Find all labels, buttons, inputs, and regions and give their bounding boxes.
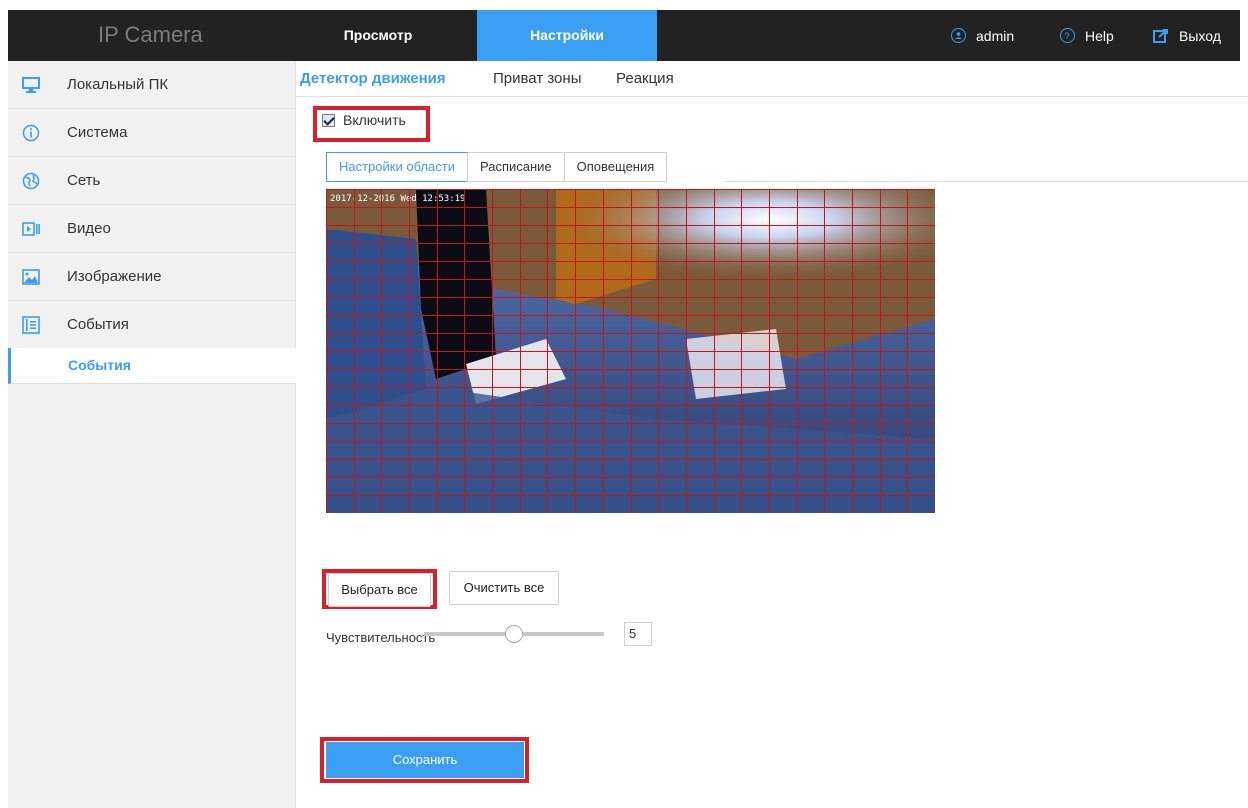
user-icon (951, 28, 966, 43)
info-icon (22, 124, 40, 141)
user-name: admin (976, 27, 1015, 44)
sidebar-item-label: Локальный ПК (67, 76, 169, 93)
sensitivity-value-input[interactable]: 5 (624, 622, 652, 646)
select-all-button[interactable]: Выбрать все (328, 573, 431, 607)
sidebar-item-label: Видео (67, 220, 111, 237)
sidebar-item-label: Изображение (67, 268, 162, 285)
help-label: Help (1085, 27, 1114, 44)
sidebar-item-label: События (67, 316, 129, 333)
top-bar: IP Camera Просмотр Настройки admin ? Hel… (8, 10, 1240, 61)
enable-checkbox[interactable] (322, 113, 335, 127)
sub-tabs: Детектор движения Приват зоны Реакция (296, 61, 1248, 97)
user-menu[interactable]: admin (951, 10, 1014, 61)
sidebar-item-image[interactable]: Изображение (8, 253, 296, 301)
globe-icon (22, 172, 40, 189)
help-link[interactable]: ? Help (1060, 10, 1114, 61)
sidebar-item-network[interactable]: Сеть (8, 157, 296, 205)
sidebar-item-label: Сеть (67, 172, 101, 189)
crumb-area-settings[interactable]: Настройки области (326, 152, 468, 182)
sidebar-item-local-pc[interactable]: Локальный ПК (8, 61, 296, 109)
camera-view[interactable]: 2017-12-2016 Wed 12:53:19 (326, 189, 935, 513)
camera-image: 2017-12-2016 Wed 12:53:19 (326, 189, 935, 513)
logout-link[interactable]: Выход (1153, 10, 1221, 61)
sidebar-subitem-events[interactable]: События (8, 348, 296, 384)
sidebar: Локальный ПК Система Сеть Видео Изображе… (8, 61, 296, 808)
enable-label: Включить (343, 112, 406, 128)
sidebar-item-video[interactable]: Видео (8, 205, 296, 253)
app-logo: IP Camera (98, 22, 203, 47)
tab-reaction[interactable]: Реакция (616, 70, 674, 87)
sensitivity-slider-handle[interactable] (505, 625, 523, 643)
video-icon (22, 221, 40, 236)
image-icon (22, 268, 40, 285)
crumb-notifications[interactable]: Оповещения (563, 152, 668, 182)
sidebar-item-label: Система (67, 124, 128, 141)
video-timestamp: 2017-12-2016 Wed 12:53:19 (330, 194, 465, 204)
sensitivity-label: Чувствительность (326, 630, 436, 645)
help-icon: ? (1060, 28, 1075, 43)
list-icon (22, 315, 40, 334)
save-button[interactable]: Сохранить (326, 742, 524, 778)
tab-privacy-zones[interactable]: Приват зоны (493, 70, 581, 87)
svg-text:?: ? (1064, 31, 1069, 41)
sidebar-item-events[interactable]: События (8, 301, 296, 349)
tab-motion-detection[interactable]: Детектор движения (300, 70, 446, 87)
tab-preview[interactable]: Просмотр (320, 10, 436, 61)
logout-label: Выход (1179, 27, 1221, 44)
logout-icon (1153, 28, 1168, 43)
monitor-icon (22, 76, 40, 93)
sidebar-subitem-label: События (68, 357, 131, 373)
breadcrumb: Настройки области Расписание Оповещения (326, 152, 668, 182)
sidebar-item-system[interactable]: Система (8, 109, 296, 157)
crumb-schedule[interactable]: Расписание (466, 152, 565, 182)
clear-all-button[interactable]: Очистить все (449, 571, 559, 605)
divider (724, 181, 1248, 182)
enable-checkbox-row[interactable]: Включить (322, 112, 406, 128)
tab-settings[interactable]: Настройки (477, 10, 657, 61)
